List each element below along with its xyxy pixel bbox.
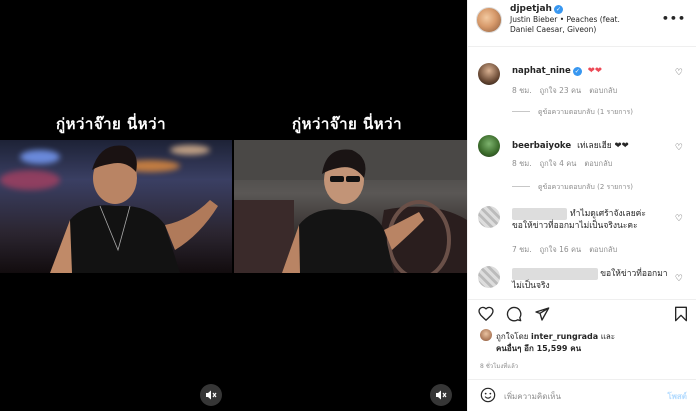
commenter-username-blurred[interactable]: xxxxxxxxxxx xyxy=(512,208,568,220)
comment-text: เท่เลยเฮีย ❤❤ xyxy=(577,141,629,151)
comment-like-heart-icon[interactable]: ♡ xyxy=(675,214,683,224)
comment-icon xyxy=(506,306,522,322)
mute-button-right[interactable] xyxy=(430,384,452,406)
post-sidebar: djpetjah ✓ Justin Bieber • Peaches (feat.… xyxy=(467,0,696,411)
muted-speaker-icon xyxy=(436,390,447,400)
comment-like-heart-icon[interactable]: ♡ xyxy=(675,68,683,78)
paper-plane-icon xyxy=(535,307,550,321)
likes-count[interactable]: คนอื่นๆ อีก 15,599 คน xyxy=(496,342,581,355)
commenter-avatar[interactable] xyxy=(478,135,500,157)
comment-likes[interactable]: ถูกใจ 4 คน xyxy=(540,159,577,168)
comment-text-block: xxxxxxxxxxxxxxxxx ขอให้ข่าวที่ออกมา ไม่เ… xyxy=(512,268,668,292)
verified-badge-icon: ✓ xyxy=(572,67,582,76)
comment-meta: 8 ชม. ถูกใจ 23 คน ตอบกลับ xyxy=(512,85,625,97)
like-button[interactable] xyxy=(478,306,494,325)
comment-meta: 7 ชม. ถูกใจ 16 คน ตอบกลับ xyxy=(512,244,625,256)
comment-text-line1: ทำไมดูเศร้าจังเลยค่ะ xyxy=(570,209,646,219)
more-options-icon[interactable]: ••• xyxy=(662,12,686,25)
add-comment-bar: เพิ่มความคิดเห็น โพสต์ xyxy=(468,379,696,411)
author-avatar[interactable] xyxy=(476,7,502,33)
commenter-username[interactable]: naphat_nine xyxy=(512,66,571,76)
commenter-username-blurred[interactable]: xxxxxxxxxxxxxxxxx xyxy=(512,268,598,280)
video-caption-right: กู่หว่าจ๊าย นี่หว่า xyxy=(292,115,403,133)
reply-button[interactable]: ตอบกลับ xyxy=(589,245,617,254)
comment-text-line1: ขอให้ข่าวที่ออกมา xyxy=(600,269,668,279)
bookmark-icon xyxy=(675,306,687,322)
smiley-icon xyxy=(480,387,496,403)
comment-time: 8 ชม. xyxy=(512,86,532,95)
liker-username[interactable]: inter_rungrada xyxy=(531,332,598,341)
liked-by-suffix: และ xyxy=(600,332,616,341)
comment-like-heart-icon[interactable]: ♡ xyxy=(675,274,683,284)
author-username-row[interactable]: djpetjah ✓ xyxy=(510,4,563,14)
liker-avatar[interactable] xyxy=(480,329,492,341)
verified-badge-icon: ✓ xyxy=(553,5,563,14)
comment-meta: 8 ชม. ถูกใจ 4 คน ตอบกลับ xyxy=(512,158,620,170)
author-username[interactable]: djpetjah xyxy=(510,4,552,14)
muted-speaker-icon xyxy=(206,390,217,400)
heart-icon xyxy=(478,306,494,322)
comment-time: 7 ชม. xyxy=(512,245,532,254)
comment-text-line2: ไม่เป็นจริง xyxy=(512,281,550,291)
comment-likes[interactable]: ถูกใจ 16 คน xyxy=(540,245,582,254)
view-replies-button[interactable]: ดูข้อความตอบกลับ (1 รายการ) xyxy=(512,107,633,118)
post-header: djpetjah ✓ Justin Bieber • Peaches (feat.… xyxy=(468,0,696,47)
comment-like-heart-icon[interactable]: ♡ xyxy=(675,143,683,153)
video-caption-left: กู่หว่าจ๊าย นี่หว่า xyxy=(56,115,167,133)
audio-track[interactable]: Justin Bieber • Peaches (feat. Daniel Ca… xyxy=(510,15,625,35)
comment-text: ❤❤ xyxy=(587,66,602,76)
commenter-avatar-blurred[interactable] xyxy=(478,206,500,228)
emoji-button[interactable] xyxy=(480,387,496,407)
commenter-avatar[interactable] xyxy=(478,63,500,85)
video-frame-right xyxy=(234,140,467,273)
save-button[interactable] xyxy=(674,306,688,326)
reply-button[interactable]: ตอบกลับ xyxy=(584,159,612,168)
view-replies-button[interactable]: ดูข้อความตอบกลับ (2 รายการ) xyxy=(512,182,633,193)
comment-text-line2: ขอให้ข่าวที่ออกมาไม่เป็นจริงนะคะ xyxy=(512,221,638,231)
post-action-bar xyxy=(468,299,696,327)
comment-button[interactable] xyxy=(506,306,522,326)
comment-input[interactable]: เพิ่มความคิดเห็น xyxy=(504,390,561,403)
commenter-avatar-blurred[interactable] xyxy=(478,266,500,288)
commenter-username[interactable]: beerbaiyoke xyxy=(512,141,571,151)
comment-row: beerbaiyoke เท่เลยเฮีย ❤❤ xyxy=(512,138,629,152)
video-frame-left xyxy=(0,140,232,273)
reply-button[interactable]: ตอบกลับ xyxy=(589,86,617,95)
comment-likes[interactable]: ถูกใจ 23 คน xyxy=(540,86,582,95)
post-comment-button[interactable]: โพสต์ xyxy=(667,390,687,403)
video-player[interactable]: กู่หว่าจ๊าย นี่หว่า กู่หว่าจ๊าย นี่หว่า xyxy=(0,0,467,411)
comment-row: naphat_nine ✓ ❤❤ xyxy=(512,66,602,76)
mute-button-left[interactable] xyxy=(200,384,222,406)
post-timestamp[interactable]: 8 ชั่วโมงที่แล้ว xyxy=(480,361,518,371)
comment-time: 8 ชม. xyxy=(512,159,532,168)
share-button[interactable] xyxy=(534,306,550,326)
comment-text-block: xxxxxxxxxxx ทำไมดูเศร้าจังเลยค่ะ ขอให้ข่… xyxy=(512,208,646,232)
liked-by-prefix: ถูกใจโดย xyxy=(496,332,529,341)
